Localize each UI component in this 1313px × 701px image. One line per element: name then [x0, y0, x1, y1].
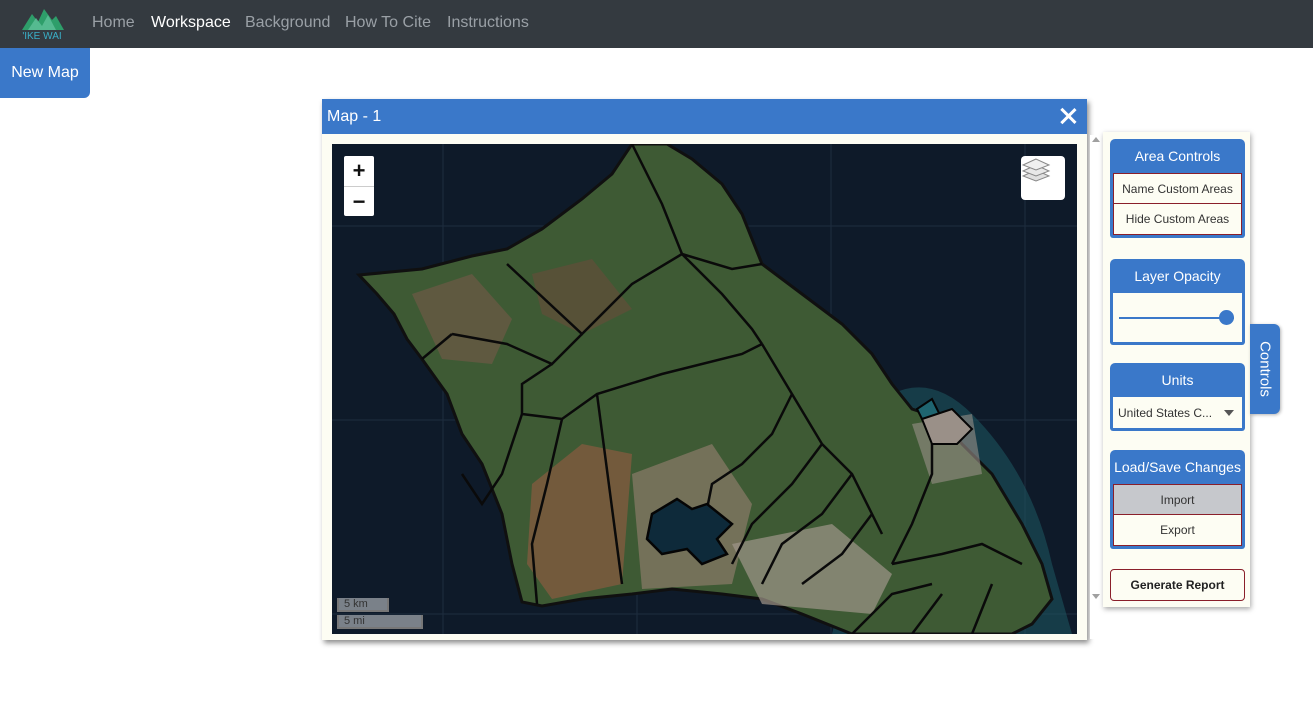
name-custom-areas-button[interactable]: Name Custom Areas — [1113, 173, 1242, 204]
new-map-button[interactable]: New Map — [0, 48, 90, 98]
logo-text: 'IKE WAI — [22, 31, 61, 42]
zoom-control: + − — [344, 156, 374, 216]
ikewai-logo[interactable]: 'IKE WAI — [18, 6, 66, 42]
area-controls-card: Area Controls Name Custom Areas Hide Cus… — [1110, 139, 1245, 238]
area-controls-title: Area Controls — [1134, 148, 1221, 164]
controls-tab[interactable]: Controls — [1250, 324, 1280, 414]
layer-opacity-title: Layer Opacity — [1134, 268, 1221, 284]
opacity-slider[interactable] — [1113, 293, 1242, 342]
layer-opacity-card: Layer Opacity — [1110, 259, 1245, 345]
chevron-down-icon — [1224, 410, 1234, 416]
map-window: Map - 1 + − 5 km 5 mi — [322, 99, 1102, 640]
close-icon[interactable] — [1057, 105, 1079, 127]
satellite-map — [332, 144, 1077, 634]
layers-icon[interactable] — [1021, 156, 1065, 200]
hide-custom-areas-button[interactable]: Hide Custom Areas — [1113, 204, 1242, 235]
map-titlebar[interactable]: Map - 1 — [322, 99, 1087, 134]
scroll-down-icon[interactable] — [1092, 594, 1100, 599]
units-selected-value: United States C... — [1118, 405, 1213, 420]
load-save-card: Load/Save Changes Import Export — [1110, 450, 1245, 549]
navbar: 'IKE WAI Home Workspace Background How T… — [0, 0, 1313, 48]
map-canvas[interactable]: + − 5 km 5 mi — [332, 144, 1077, 634]
units-card: Units United States C... — [1110, 363, 1245, 431]
scroll-up-icon[interactable] — [1092, 137, 1100, 142]
export-button[interactable]: Export — [1113, 515, 1242, 546]
scale-km: 5 km — [337, 598, 389, 612]
zoom-in-button[interactable]: + — [344, 156, 374, 186]
generate-report-button[interactable]: Generate Report — [1110, 569, 1245, 601]
nav-background[interactable]: Background — [245, 14, 330, 32]
nav-home[interactable]: Home — [92, 14, 135, 32]
nav-instructions[interactable]: Instructions — [447, 14, 529, 32]
slider-track[interactable] — [1119, 317, 1234, 319]
nav-workspace[interactable]: Workspace — [151, 14, 231, 32]
zoom-out-button[interactable]: − — [344, 186, 374, 216]
slider-thumb[interactable] — [1219, 310, 1234, 325]
units-title: Units — [1161, 372, 1194, 388]
units-select[interactable]: United States C... — [1113, 397, 1242, 428]
scale-mi: 5 mi — [337, 615, 423, 629]
controls-panel: Area Controls Name Custom Areas Hide Cus… — [1103, 132, 1250, 607]
controls-tab-label: Controls — [1256, 341, 1274, 397]
import-button[interactable]: Import — [1113, 484, 1242, 515]
vertical-scrollbar[interactable] — [1090, 135, 1102, 639]
load-save-title: Load/Save Changes — [1114, 459, 1241, 475]
nav-how-to-cite[interactable]: How To Cite — [345, 14, 431, 32]
map-title: Map - 1 — [327, 108, 382, 125]
